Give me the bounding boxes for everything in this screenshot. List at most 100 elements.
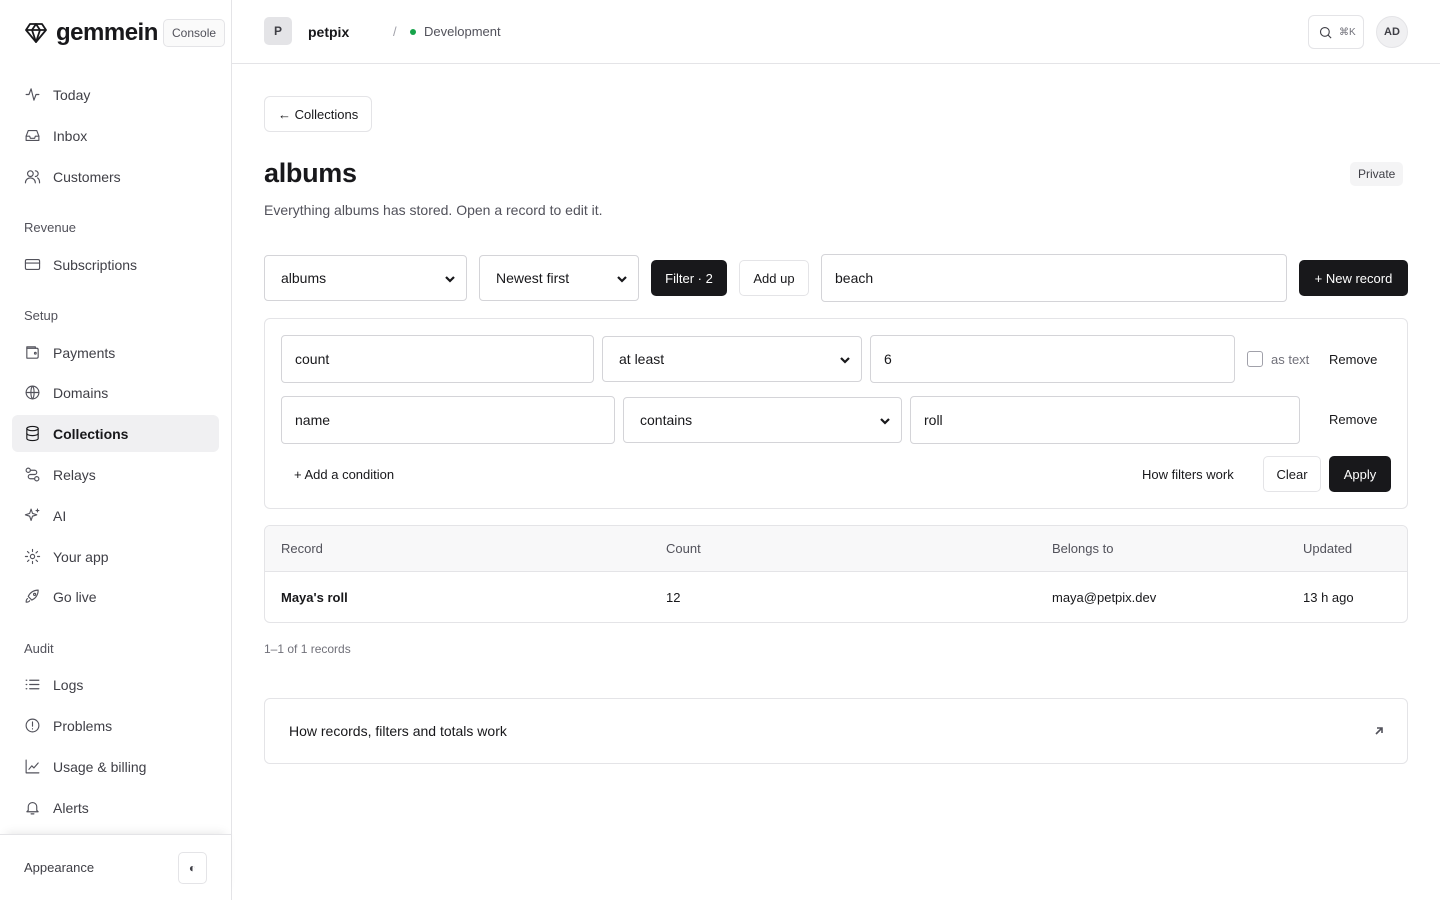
apply-filters-button[interactable]: Apply (1329, 456, 1391, 492)
record-owner: maya@petpix.dev (1052, 590, 1157, 605)
search-icon (1318, 25, 1333, 40)
sidebar-item-domains[interactable]: Domains (12, 374, 219, 411)
alert-circle-icon (24, 717, 41, 734)
filter-value-input[interactable]: roll (910, 396, 1300, 444)
user-avatar[interactable]: AD (1376, 16, 1408, 48)
record-updated: 13 h ago (1303, 590, 1354, 605)
sort-select[interactable]: Newest first (479, 255, 639, 301)
add-up-button[interactable]: Add up (739, 260, 809, 296)
page-description: Everything albums has stored. Open a rec… (264, 202, 603, 218)
sidebar-item-label: Logs (53, 676, 84, 693)
sidebar-item-customers[interactable]: Customers (12, 158, 219, 195)
filter-operator-select[interactable]: at least (602, 336, 862, 382)
route-icon (24, 466, 41, 483)
search-button[interactable]: ⌘K (1308, 15, 1364, 49)
breadcrumb-separator: / (393, 24, 397, 39)
sidebar-item-payments[interactable]: Payments (12, 334, 219, 371)
sidebar-item-subscriptions[interactable]: Subscriptions (12, 246, 219, 283)
filter-button[interactable]: Filter · 2 (651, 260, 727, 296)
record-count: 12 (666, 590, 681, 605)
table-row[interactable]: Maya's roll 12 maya@petpix.dev 13 h ago (265, 572, 1407, 622)
sidebar-item-alerts[interactable]: Alerts (12, 789, 219, 826)
filter-operator-value: at least (619, 351, 665, 367)
sidebar-item-go-live[interactable]: Go live (12, 578, 219, 615)
wallet-icon (24, 344, 41, 361)
environment-name[interactable]: Development (424, 24, 501, 39)
toolbar: albums Newest first Filter · 2 Add up be… (264, 254, 1408, 302)
gem-logo-icon (24, 21, 48, 45)
main-content: ← Collections albums Private Everything … (232, 64, 1440, 900)
bell-icon (24, 799, 41, 816)
search-input[interactable]: beach (821, 254, 1287, 302)
sidebar-item-label: Alerts (53, 799, 89, 816)
brand-name: gemmein (56, 19, 158, 46)
sidebar-footer: Appearance ◐ (0, 834, 231, 900)
list-icon (24, 676, 41, 693)
sidebar-item-relays[interactable]: Relays (12, 456, 219, 493)
project-name[interactable]: petpix (308, 24, 349, 40)
section-setup: Setup (24, 308, 58, 323)
sidebar-item-label: Today (53, 86, 91, 103)
remove-condition-button[interactable]: Remove (1329, 352, 1377, 367)
chevron-down-icon (444, 272, 456, 284)
filter-field-input[interactable]: name (281, 396, 615, 444)
rocket-icon (24, 588, 41, 605)
table-header: Record Count Belongs to Updated (265, 526, 1407, 572)
chevron-down-icon (839, 353, 851, 365)
record-name[interactable]: Maya's roll (281, 590, 348, 605)
sidebar-item-label: Customers (53, 168, 121, 185)
sidebar-item-label: Go live (53, 588, 97, 605)
column-header-count[interactable]: Count (666, 541, 701, 556)
sidebar-item-inbox[interactable]: Inbox (12, 117, 219, 154)
external-link-icon (1373, 724, 1385, 736)
add-condition-button[interactable]: + Add a condition (294, 467, 394, 482)
sidebar-item-problems[interactable]: Problems (12, 707, 219, 744)
sidebar-item-label: Problems (53, 717, 113, 734)
column-header-record[interactable]: Record (281, 541, 323, 556)
as-text-toggle[interactable]: as text (1247, 351, 1309, 367)
globe-icon (24, 384, 41, 401)
topbar: P petpix / Development ⌘K AD (232, 0, 1440, 64)
column-header-belongs-to[interactable]: Belongs to (1052, 541, 1113, 556)
sparkles-icon (24, 507, 41, 524)
as-text-label: as text (1271, 351, 1310, 367)
appearance-label: Appearance (24, 860, 95, 875)
filter-panel: count at least 6 as text Remove name con… (264, 318, 1408, 509)
chart-icon (24, 758, 41, 775)
sidebar-item-label: Usage & billing (53, 758, 147, 775)
pagination-summary: 1–1 of 1 records (264, 642, 351, 656)
sidebar-item-today[interactable]: Today (12, 76, 219, 113)
filter-operator-select[interactable]: contains (623, 397, 902, 443)
filter-field-input[interactable]: count (281, 335, 594, 383)
as-text-checkbox[interactable] (1247, 351, 1263, 367)
sidebar-item-ai[interactable]: AI (12, 497, 219, 534)
sidebar-item-usage-billing[interactable]: Usage & billing (12, 748, 219, 785)
remove-condition-button[interactable]: Remove (1329, 412, 1377, 427)
sidebar-item-label: Subscriptions (53, 256, 138, 273)
sidebar-item-label: Inbox (53, 127, 88, 144)
environment-status-dot (410, 29, 416, 35)
project-avatar[interactable]: P (264, 17, 292, 45)
credit-card-icon (24, 256, 41, 273)
sidebar: gemmein Console Today Inbox Customers Re… (0, 0, 232, 900)
sidebar-item-logs[interactable]: Logs (12, 666, 219, 703)
new-record-button[interactable]: + New record (1299, 260, 1408, 296)
sidebar-item-collections[interactable]: Collections (12, 415, 219, 452)
section-audit: Audit (24, 641, 54, 656)
theme-toggle-button[interactable]: ◐ (178, 852, 207, 884)
records-table: Record Count Belongs to Updated Maya's r… (264, 525, 1408, 623)
console-badge: Console (163, 19, 226, 47)
sidebar-item-label: Collections (53, 425, 129, 442)
brand[interactable]: gemmein Console (24, 18, 226, 48)
clear-filters-button[interactable]: Clear (1263, 456, 1321, 492)
inbox-icon (24, 127, 41, 144)
column-header-updated[interactable]: Updated (1303, 541, 1352, 556)
filter-operator-value: contains (640, 412, 693, 428)
filter-value-input[interactable]: 6 (870, 335, 1235, 383)
back-to-collections-button[interactable]: ← Collections (264, 96, 373, 132)
help-card-link[interactable]: How records, filters and totals work (264, 698, 1408, 764)
how-filters-work-link[interactable]: How filters work (1142, 467, 1234, 482)
sidebar-item-your-app[interactable]: Your app (12, 538, 219, 575)
users-icon (24, 168, 41, 185)
collection-select[interactable]: albums (264, 255, 467, 301)
